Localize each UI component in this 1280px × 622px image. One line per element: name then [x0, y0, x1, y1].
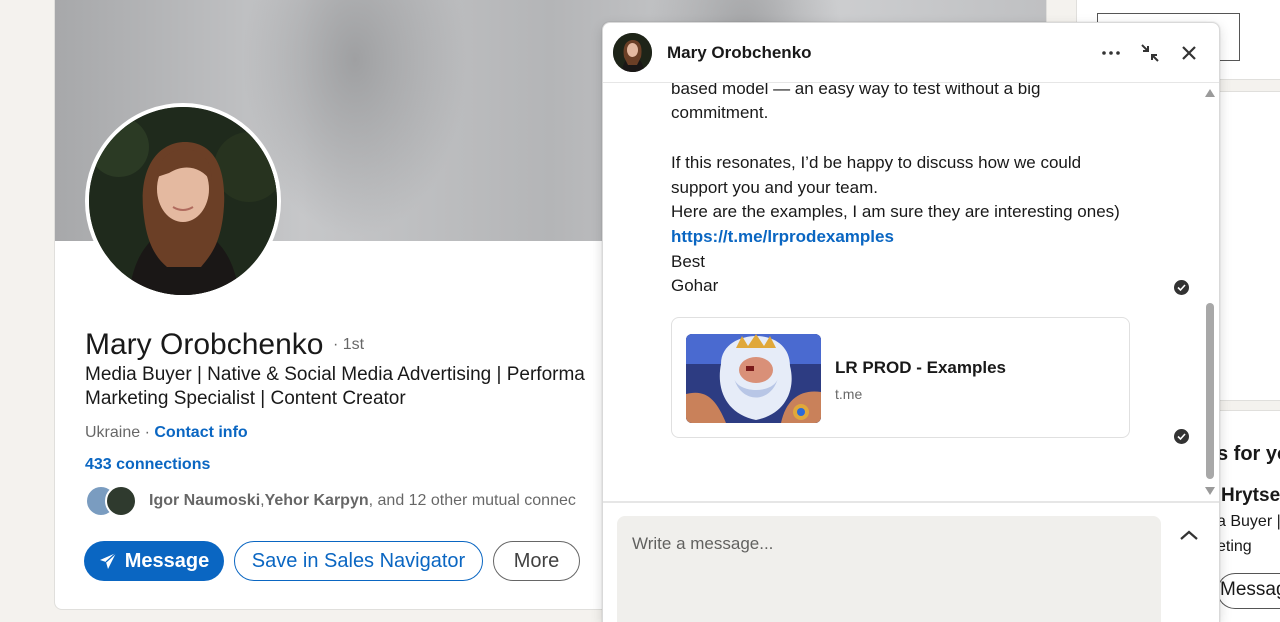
zeus-artwork-icon [686, 334, 821, 423]
message-text: commitment. [671, 103, 769, 122]
suggested-person-role-1: a Buyer | [1217, 513, 1280, 530]
thread-scrollbar[interactable] [1205, 89, 1215, 495]
send-icon [99, 552, 117, 569]
message-button-label: Message [124, 549, 210, 572]
chat-contact-name[interactable]: Mary Orobchenko [667, 43, 812, 63]
message-text: Best [671, 252, 706, 271]
link-preview-card[interactable]: LR PROD - Examples t.me [671, 317, 1130, 438]
mutual-name-1: Igor Naumoski [149, 492, 261, 509]
mutual-avatars [85, 484, 141, 518]
compose-divider [603, 501, 1219, 503]
suggested-person-role-2: eting [1217, 538, 1252, 555]
location-text: Ukraine [85, 424, 141, 441]
message-text: Gohar [671, 276, 719, 295]
location-separator: · [140, 424, 155, 441]
message-text: If this resonates, I’d be happy to discu… [671, 153, 1082, 172]
minimize-icon[interactable] [1138, 41, 1162, 65]
more-button[interactable]: More [493, 541, 580, 581]
profile-headline: Media Buyer | Native & Social Media Adve… [85, 363, 605, 411]
message-link[interactable]: https://t.me/lrprodexamples [671, 225, 894, 249]
message-thread: based model — an easy way to test withou… [603, 83, 1219, 501]
scroll-up-arrow-icon[interactable] [1205, 89, 1215, 97]
message-input-placeholder: Write a message... [632, 534, 774, 553]
message-input[interactable]: Write a message... [617, 516, 1161, 622]
headline-line-1: Media Buyer | Native & Social Media Adve… [85, 364, 585, 385]
message-text: support you and your team. [671, 178, 878, 197]
link-preview-domain: t.me [835, 386, 863, 402]
mutual-name-2: Yehor Karpyn [264, 492, 369, 509]
message-button[interactable]: Message [84, 541, 224, 581]
mutual-connections[interactable]: Igor Naumoski, Yehor Karpyn, and 12 othe… [85, 484, 576, 518]
more-options-icon[interactable] [1099, 41, 1123, 65]
person-portrait-icon [89, 107, 277, 295]
avatar [105, 485, 137, 517]
link-preview-image [686, 334, 821, 423]
headline-line-2: Marketing Specialist | Content Creator [85, 388, 406, 409]
contact-info-link[interactable]: Contact info [154, 424, 247, 441]
profile-location: Ukraine · Contact info [85, 424, 248, 442]
scrollbar-thumb[interactable] [1206, 303, 1214, 479]
suggested-message-button[interactable]: Messag [1217, 573, 1280, 609]
save-in-sales-navigator-button[interactable]: Save in Sales Navigator [234, 541, 483, 581]
messaging-overlay: Mary Orobchenko based model — an easy wa… [602, 22, 1220, 622]
message-text: Here are the examples, I am sure they ar… [671, 202, 1120, 221]
mutual-rest: , and 12 other mutual connec [368, 492, 576, 509]
connections-link[interactable]: 433 connections [85, 456, 210, 474]
message-text: based model — an easy way to test withou… [671, 83, 1041, 98]
close-icon[interactable] [1177, 41, 1201, 65]
profile-photo[interactable] [85, 103, 281, 299]
link-preview-title: LR PROD - Examples [835, 358, 1006, 377]
read-receipt-icon [1174, 429, 1189, 444]
chevron-up-icon[interactable] [1177, 525, 1201, 545]
scroll-down-arrow-icon[interactable] [1205, 487, 1215, 495]
suggested-person-name[interactable]: Hrytse [1221, 485, 1280, 507]
read-receipt-icon [1174, 280, 1189, 295]
avatar[interactable] [613, 33, 652, 72]
connection-degree: · 1st [333, 336, 365, 353]
suggestions-title: s for yo [1217, 443, 1280, 465]
person-portrait-icon [613, 33, 652, 72]
profile-name: Mary Orobchenko [85, 328, 324, 361]
chat-header[interactable]: Mary Orobchenko [603, 23, 1219, 83]
